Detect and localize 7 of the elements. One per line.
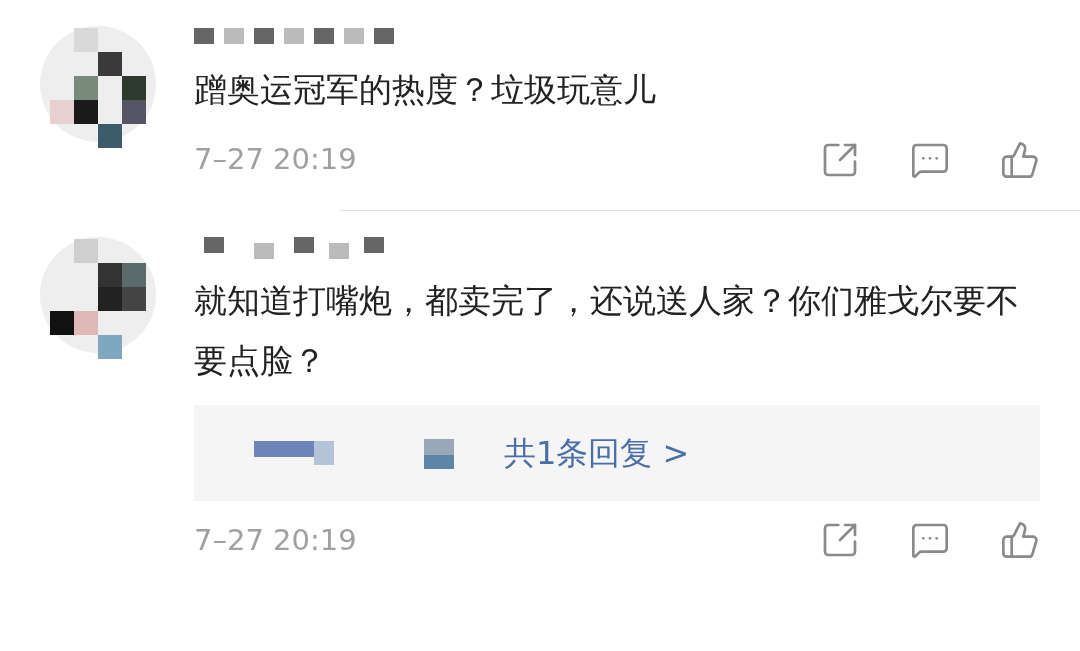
timestamp: 7–27 20:19 <box>194 141 357 178</box>
like-icon[interactable] <box>1000 139 1040 180</box>
reply-count-link[interactable]: 共1条回复 > <box>504 428 690 477</box>
comment-text: 就知道打嘴炮，都卖完了，还说送人家？你们雅戈尔要不要点脸？ <box>194 279 1020 382</box>
timestamp: 7–27 20:19 <box>194 521 357 559</box>
comment-text: 蹭奥运冠军的热度？垃圾玩意儿 <box>194 69 657 111</box>
like-icon[interactable] <box>1000 520 1040 561</box>
